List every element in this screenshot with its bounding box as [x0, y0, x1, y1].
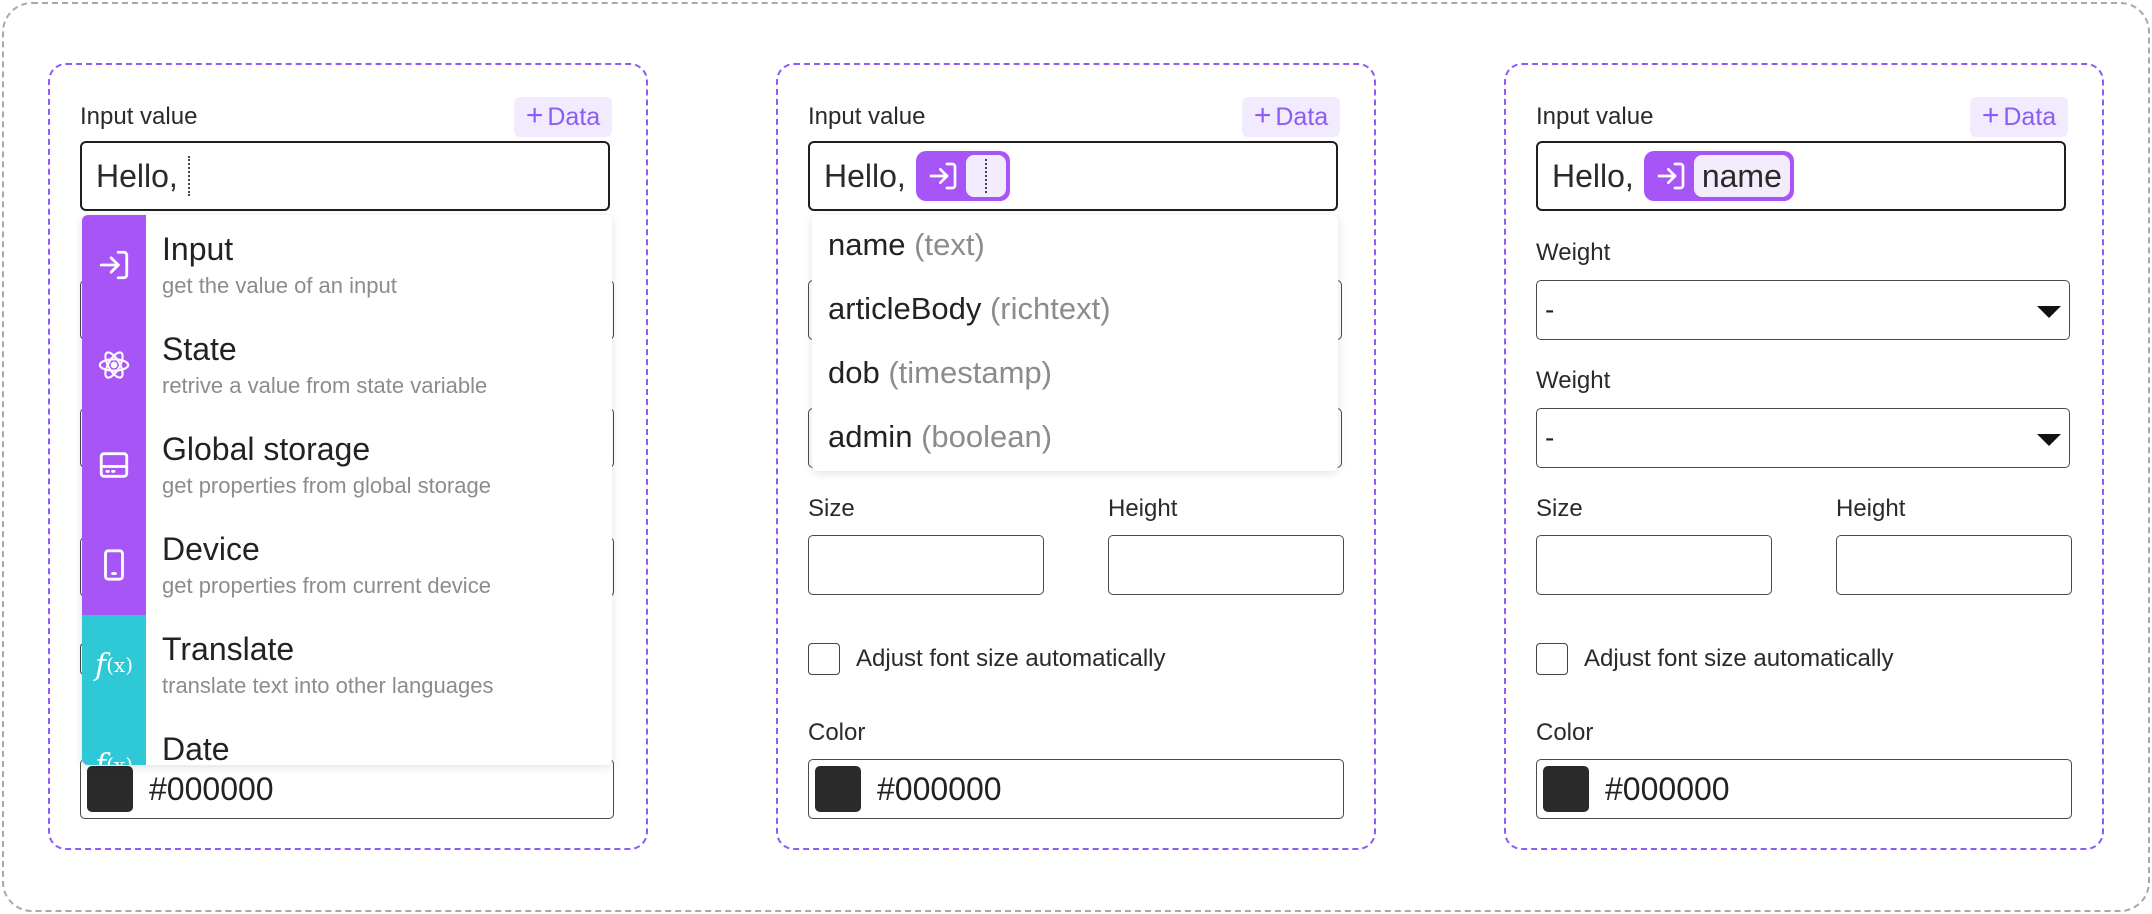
field-option-name: dob	[828, 355, 880, 390]
color-field[interactable]: #000000	[808, 759, 1344, 819]
menu-item-date[interactable]: f (x) Date	[82, 715, 612, 765]
plus-icon: +	[525, 98, 544, 132]
input-value-label: Input value	[1536, 103, 1654, 130]
menu-item-title: Global storage	[162, 431, 371, 467]
color-value: #000000	[877, 770, 1002, 807]
field-option-type: (richtext)	[989, 291, 1111, 326]
input-value-text: Hello,	[1552, 157, 1634, 194]
color-swatch[interactable]	[87, 766, 133, 812]
input-value-field[interactable]: Hello, name	[1536, 141, 2066, 211]
add-data-button[interactable]: + Data	[514, 97, 612, 137]
size-label: Size	[808, 495, 855, 522]
auto-font-label: Adjust font size automatically	[1584, 645, 1894, 672]
input-value-label: Input value	[80, 103, 198, 130]
add-data-label: Data	[1275, 102, 1329, 131]
chip-value[interactable]: name	[1693, 155, 1790, 197]
add-data-label: Data	[547, 102, 601, 131]
panel-data-source-menu: Input value + Data Hello, #000000 Input …	[48, 63, 648, 850]
height-input[interactable]	[1108, 535, 1344, 595]
height-label: Height	[1108, 495, 1178, 522]
text-caret	[187, 156, 190, 196]
panel-field-picker: Input value + Data Hello, Size Height Ad…	[776, 63, 1376, 850]
color-label: Color	[808, 719, 866, 746]
phone-icon	[82, 515, 146, 615]
menu-item-title: Device	[162, 531, 260, 567]
menu-item-global-storage[interactable]: Global storage get properties from globa…	[82, 415, 612, 515]
input-arrow-icon	[1648, 155, 1694, 197]
input-value-field[interactable]: Hello,	[808, 141, 1338, 211]
color-label: Color	[1536, 719, 1594, 746]
menu-item-description: retrive a value from state variable	[162, 373, 488, 398]
weight-label: Weight	[1536, 239, 1611, 266]
weight-select-value: -	[1545, 422, 1555, 453]
color-swatch[interactable]	[815, 766, 861, 812]
height-label: Height	[1836, 495, 1906, 522]
menu-item-device[interactable]: Device get properties from current devic…	[82, 515, 612, 615]
input-value-text: Hello,	[96, 157, 178, 194]
field-option-name: name	[828, 227, 906, 262]
input-value-label: Input value	[808, 103, 926, 130]
weight-select-2[interactable]: -	[1536, 408, 2070, 468]
input-arrow-icon	[82, 215, 146, 315]
size-input[interactable]	[808, 535, 1044, 595]
menu-item-title: Date	[162, 731, 230, 765]
menu-item-title: Translate	[162, 631, 295, 667]
panel-result: Input value + Data Hello, name Weight - …	[1504, 63, 2104, 850]
field-option-dob[interactable]: dob (timestamp)	[828, 355, 1052, 391]
color-field[interactable]: #000000	[1536, 759, 2072, 819]
menu-item-title: State	[162, 331, 237, 367]
add-data-label: Data	[2003, 102, 2057, 131]
field-option-type: (text)	[914, 227, 985, 262]
function-icon: f (x)	[82, 715, 146, 765]
menu-item-description: get the value of an input	[162, 273, 397, 298]
atom-icon	[82, 315, 146, 415]
auto-font-checkbox[interactable]	[808, 643, 840, 675]
plus-icon: +	[1253, 98, 1272, 132]
menu-item-title: Input	[162, 231, 234, 267]
height-input[interactable]	[1836, 535, 2072, 595]
field-option-type: (boolean)	[921, 419, 1053, 454]
color-swatch[interactable]	[1543, 766, 1589, 812]
caret-down-icon	[2037, 306, 2061, 318]
data-source-menu: Input get the value of an input State re…	[82, 215, 612, 765]
text-caret	[984, 159, 987, 193]
caret-down-icon	[2037, 434, 2061, 446]
auto-font-label: Adjust font size automatically	[856, 645, 1166, 672]
menu-item-state[interactable]: State retrive a value from state variabl…	[82, 315, 612, 415]
input-arrow-icon	[920, 155, 966, 197]
weight-select-1[interactable]: -	[1536, 280, 2070, 340]
field-option-admin[interactable]: admin (boolean)	[828, 419, 1052, 455]
weight-select-value: -	[1545, 294, 1555, 325]
size-label: Size	[1536, 495, 1583, 522]
chip-empty-slot[interactable]	[965, 155, 1006, 197]
input-value-text: Hello,	[824, 157, 906, 194]
input-value-field[interactable]: Hello,	[80, 141, 610, 211]
menu-item-input[interactable]: Input get the value of an input	[82, 215, 612, 315]
field-option-name[interactable]: name (text)	[828, 227, 985, 263]
data-chip[interactable]: name	[1643, 151, 1794, 201]
field-option-type: (timestamp)	[888, 355, 1052, 390]
field-option-name: articleBody	[828, 291, 982, 326]
weight-label: Weight	[1536, 367, 1611, 394]
storage-icon	[82, 415, 146, 515]
menu-item-description: get properties from global storage	[162, 473, 491, 498]
color-value: #000000	[1605, 770, 1730, 807]
size-input[interactable]	[1536, 535, 1772, 595]
function-icon: f (x)	[82, 615, 146, 715]
color-field[interactable]: #000000	[80, 759, 614, 819]
color-value: #000000	[149, 770, 274, 807]
field-menu: name (text) articleBody (richtext) dob (…	[812, 215, 1338, 471]
field-option-name: admin	[828, 419, 913, 454]
menu-item-translate[interactable]: f (x) Translate translate text into other…	[82, 615, 612, 715]
auto-font-checkbox[interactable]	[1536, 643, 1568, 675]
add-data-button[interactable]: + Data	[1242, 97, 1340, 137]
menu-item-description: get properties from current device	[162, 573, 491, 598]
add-data-button[interactable]: + Data	[1970, 97, 2068, 137]
field-option-articlebody[interactable]: articleBody (richtext)	[828, 291, 1111, 327]
menu-item-description: translate text into other languages	[162, 673, 494, 698]
plus-icon: +	[1981, 98, 2000, 132]
data-chip[interactable]	[915, 151, 1010, 201]
